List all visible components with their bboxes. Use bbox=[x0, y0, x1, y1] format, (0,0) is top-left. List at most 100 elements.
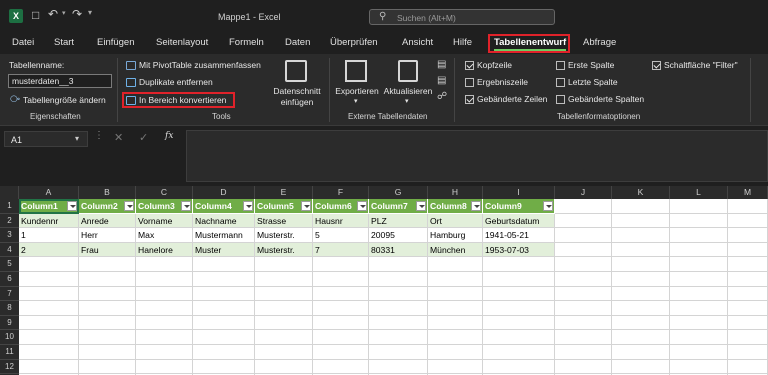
column-header-k[interactable]: K bbox=[612, 186, 670, 199]
customize-toolbar-icon[interactable]: ▾ bbox=[88, 8, 92, 17]
cell[interactable] bbox=[728, 286, 768, 302]
tab-abfrage[interactable]: Abfrage bbox=[583, 37, 616, 48]
cell[interactable] bbox=[313, 345, 369, 360]
cell[interactable] bbox=[612, 315, 670, 331]
cell[interactable]: Musterstr. bbox=[255, 228, 313, 243]
cell[interactable] bbox=[728, 272, 768, 287]
banded-rows-option[interactable]: Gebänderte Zeilen bbox=[465, 94, 547, 104]
cell[interactable] bbox=[483, 345, 555, 360]
cell[interactable]: München bbox=[428, 242, 483, 258]
banded-rows-checkbox[interactable] bbox=[465, 94, 474, 104]
cell[interactable]: Hamburg bbox=[428, 228, 483, 243]
first-column-option[interactable]: Erste Spalte bbox=[556, 60, 614, 70]
cell[interactable] bbox=[193, 286, 255, 302]
cell[interactable] bbox=[555, 242, 612, 258]
cell[interactable] bbox=[555, 345, 612, 360]
cell[interactable] bbox=[19, 345, 79, 360]
cell[interactable]: Hausnr bbox=[313, 213, 369, 229]
cell[interactable] bbox=[19, 257, 79, 272]
filter-button-option[interactable]: Schaltfläche "Filter" bbox=[652, 60, 738, 70]
last-column-checkbox[interactable] bbox=[556, 77, 565, 87]
total-row-checkbox[interactable] bbox=[465, 77, 474, 87]
cell[interactable]: Strasse bbox=[255, 213, 313, 229]
name-box[interactable]: A1 ▾ bbox=[4, 131, 88, 147]
tab-ueberpruefen[interactable]: Überprüfen bbox=[330, 37, 378, 48]
column-header-e[interactable]: E bbox=[255, 186, 313, 199]
cell[interactable]: Hanelore bbox=[136, 242, 193, 258]
cell[interactable] bbox=[369, 359, 428, 375]
cell[interactable] bbox=[670, 228, 728, 243]
cell[interactable] bbox=[555, 199, 612, 214]
cell[interactable]: Nachname bbox=[193, 213, 255, 229]
row-header-3[interactable]: 3 bbox=[0, 228, 19, 243]
cell[interactable] bbox=[255, 345, 313, 360]
cell[interactable] bbox=[136, 315, 193, 331]
filter-dropdown-icon[interactable] bbox=[181, 201, 191, 211]
row-header-6[interactable]: 6 bbox=[0, 272, 19, 287]
cell[interactable] bbox=[612, 359, 670, 375]
cell[interactable]: 1941-05-21 bbox=[483, 228, 555, 243]
cell[interactable] bbox=[728, 359, 768, 375]
cell[interactable]: Vorname bbox=[136, 213, 193, 229]
cell[interactable] bbox=[728, 330, 768, 345]
cell[interactable] bbox=[612, 330, 670, 345]
cell[interactable] bbox=[79, 345, 136, 360]
resize-table-button[interactable]: ⧂ Tabellengröße ändern bbox=[10, 94, 106, 105]
cell[interactable] bbox=[19, 286, 79, 302]
table-header-cell[interactable]: Column3 bbox=[136, 199, 193, 214]
column-header-i[interactable]: I bbox=[483, 186, 555, 199]
tab-start[interactable]: Start bbox=[54, 37, 74, 48]
cell[interactable] bbox=[428, 286, 483, 302]
cell[interactable] bbox=[670, 330, 728, 345]
cell[interactable] bbox=[369, 272, 428, 287]
table-header-cell[interactable]: Column1 bbox=[19, 199, 79, 214]
table-header-cell[interactable]: Column2 bbox=[79, 199, 136, 214]
cell[interactable] bbox=[193, 345, 255, 360]
cell[interactable] bbox=[19, 330, 79, 345]
cell[interactable] bbox=[19, 272, 79, 287]
pivottable-button[interactable]: Mit PivotTable zusammenfassen bbox=[126, 60, 261, 70]
cell[interactable] bbox=[19, 301, 79, 316]
first-column-checkbox[interactable] bbox=[556, 60, 565, 70]
cell[interactable] bbox=[483, 301, 555, 316]
cell[interactable] bbox=[612, 213, 670, 229]
search-box[interactable]: ⚲ Suchen (Alt+M) bbox=[369, 9, 555, 25]
cell[interactable] bbox=[555, 213, 612, 229]
cell[interactable]: Muster bbox=[193, 242, 255, 258]
cell[interactable]: Geburtsdatum bbox=[483, 213, 555, 229]
cell[interactable] bbox=[193, 359, 255, 375]
cell[interactable] bbox=[428, 345, 483, 360]
filter-dropdown-icon[interactable] bbox=[471, 201, 481, 211]
enter-icon[interactable]: ✓ bbox=[139, 131, 148, 144]
cell[interactable]: PLZ bbox=[369, 213, 428, 229]
cell[interactable] bbox=[555, 359, 612, 375]
cell[interactable] bbox=[369, 345, 428, 360]
cell[interactable] bbox=[670, 359, 728, 375]
unlink-icon[interactable]: ☍ bbox=[437, 91, 447, 102]
row-header-5[interactable]: 5 bbox=[0, 257, 19, 272]
table-header-cell[interactable]: Column5 bbox=[255, 199, 313, 214]
cell[interactable] bbox=[79, 315, 136, 331]
cell[interactable] bbox=[555, 272, 612, 287]
cell[interactable] bbox=[428, 301, 483, 316]
cell[interactable] bbox=[193, 330, 255, 345]
tab-daten[interactable]: Daten bbox=[285, 37, 310, 48]
cell[interactable]: Herr bbox=[79, 228, 136, 243]
cell[interactable] bbox=[555, 228, 612, 243]
tab-datei[interactable]: Datei bbox=[12, 37, 34, 48]
cell[interactable] bbox=[612, 301, 670, 316]
worksheet[interactable]: ABCDEFGHIJKLM 12345678910111213 Column1C… bbox=[0, 186, 768, 375]
refresh-button[interactable]: Aktualisieren ▾ bbox=[383, 58, 433, 108]
cell[interactable] bbox=[79, 257, 136, 272]
cell[interactable] bbox=[313, 286, 369, 302]
cell[interactable] bbox=[428, 330, 483, 345]
cell[interactable] bbox=[612, 242, 670, 258]
column-header-f[interactable]: F bbox=[313, 186, 369, 199]
column-header-d[interactable]: D bbox=[193, 186, 255, 199]
column-header-h[interactable]: H bbox=[428, 186, 483, 199]
column-header-m[interactable]: M bbox=[728, 186, 768, 199]
cell[interactable] bbox=[255, 301, 313, 316]
name-box-dropdown-icon[interactable]: ▾ bbox=[75, 134, 79, 143]
cell[interactable] bbox=[136, 257, 193, 272]
cell[interactable] bbox=[483, 257, 555, 272]
